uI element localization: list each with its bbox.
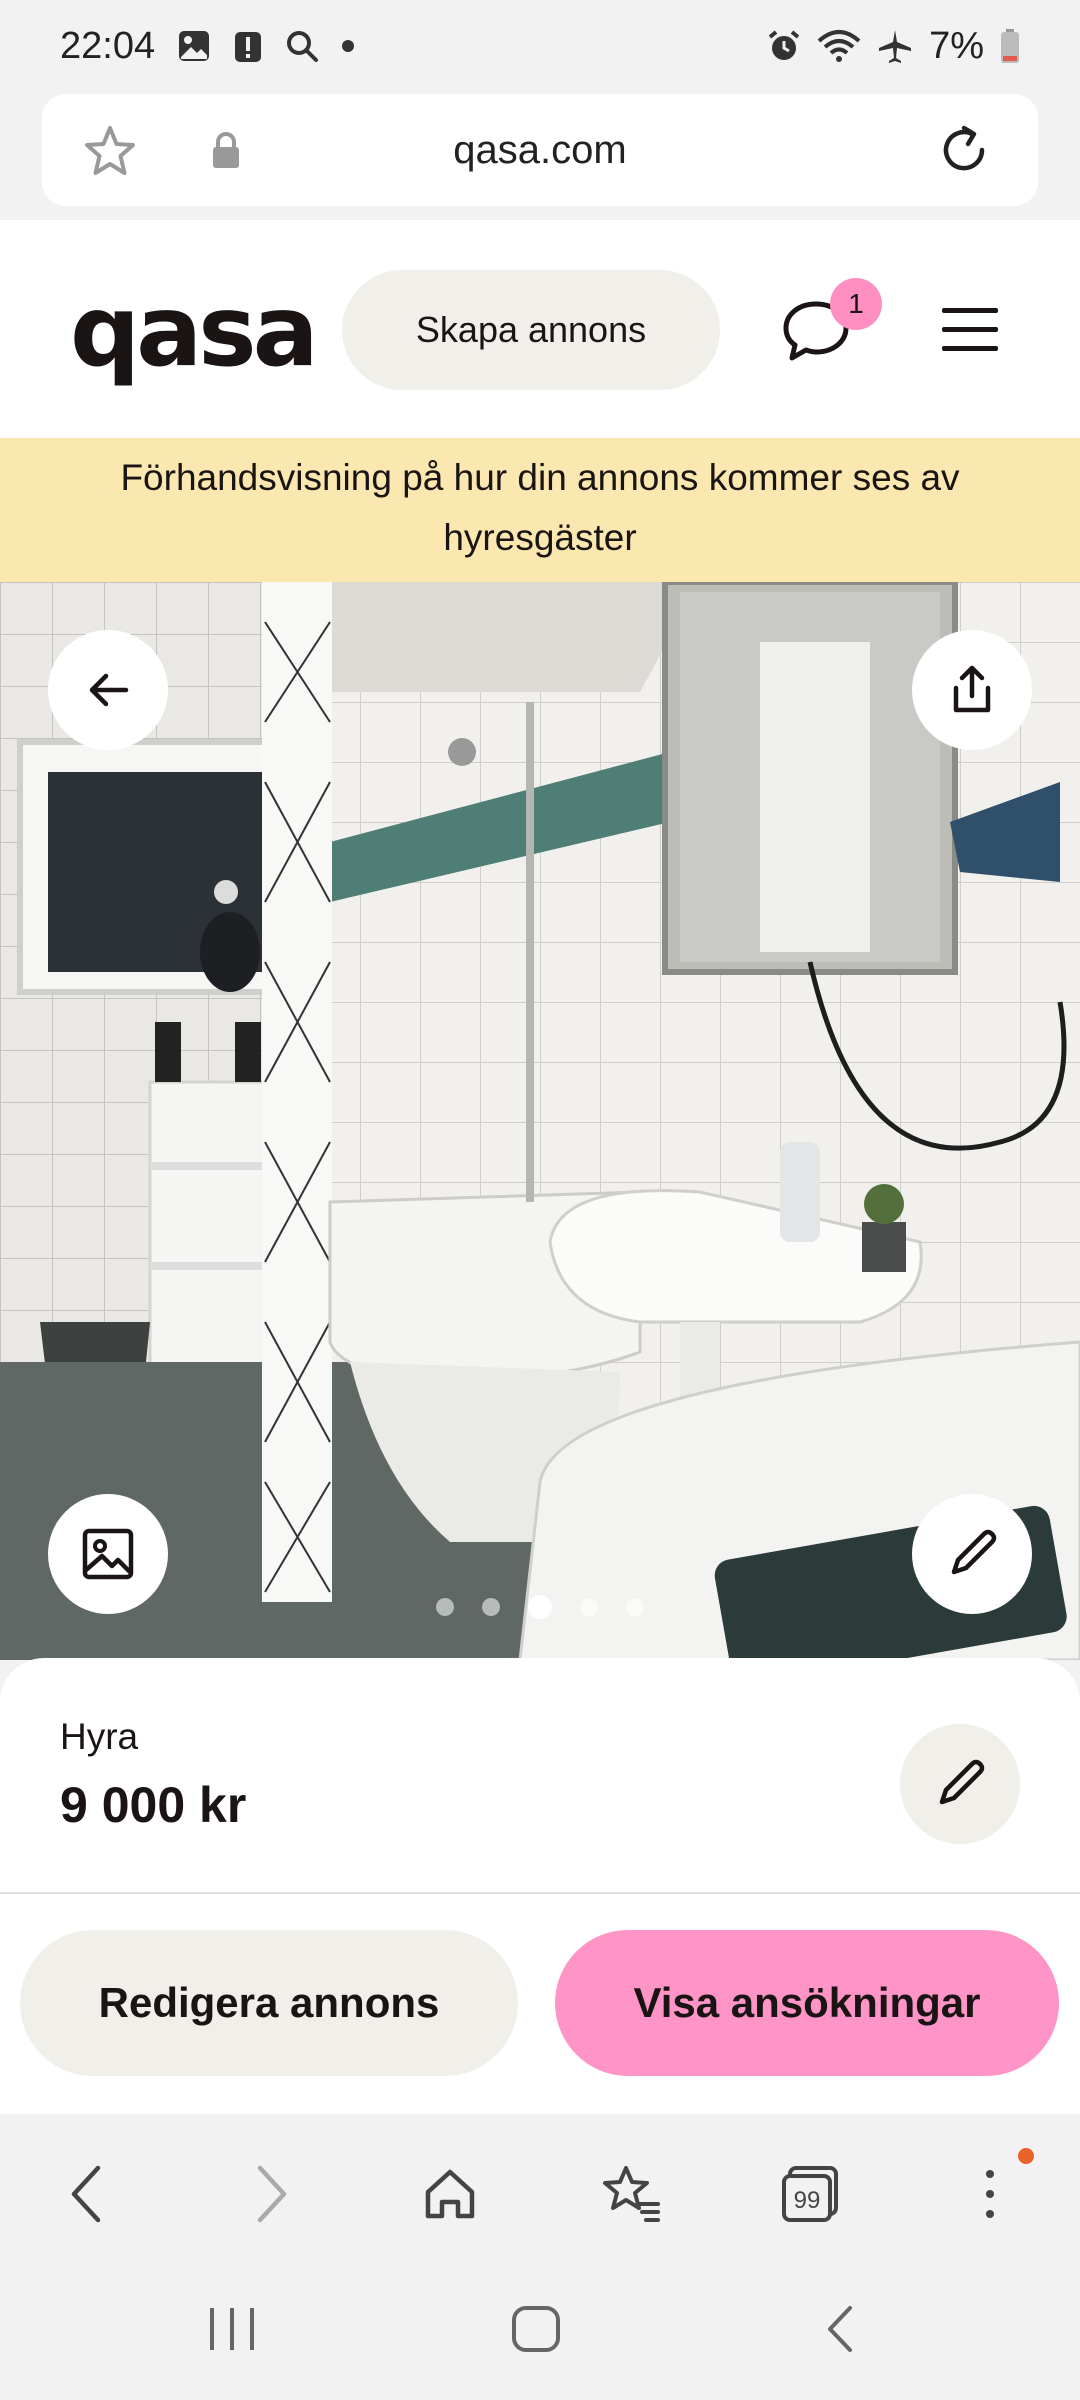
pencil-icon xyxy=(939,1759,985,1805)
carousel-dot[interactable] xyxy=(580,1598,598,1616)
more-notifications-dot-icon xyxy=(341,39,355,53)
bathroom-photo-illustration xyxy=(0,582,1080,1660)
url-text: qasa.com xyxy=(453,127,627,172)
tabs-icon[interactable]: 99 xyxy=(770,2154,850,2234)
browser-forward-icon[interactable] xyxy=(232,2154,312,2234)
edit-photos-button[interactable] xyxy=(912,1494,1032,1614)
create-listing-button[interactable]: Skapa annons xyxy=(342,270,720,390)
action-row: Redigera annons Visa ansökningar xyxy=(0,1894,1080,2114)
site-header: qasa Skapa annons 1 xyxy=(0,220,1080,438)
system-nav-bar xyxy=(0,2254,1080,2400)
reload-icon[interactable] xyxy=(934,120,994,185)
gallery-button[interactable] xyxy=(48,1494,168,1614)
arrow-left-icon xyxy=(89,673,129,707)
edit-rent-button[interactable] xyxy=(900,1724,1020,1844)
status-time: 22:04 xyxy=(60,24,156,67)
price-panel: Hyra 9 000 kr xyxy=(0,1658,1080,1894)
browser-home-icon[interactable] xyxy=(410,2154,490,2234)
home-nav-icon[interactable] xyxy=(510,2304,562,2359)
airplane-mode-icon xyxy=(877,28,913,64)
recent-apps-icon[interactable] xyxy=(206,2304,258,2359)
pencil-icon xyxy=(951,1529,997,1575)
share-button[interactable] xyxy=(912,630,1032,750)
browser-more-icon[interactable] xyxy=(950,2154,1030,2234)
address-bar[interactable]: qasa.com xyxy=(42,94,1038,206)
hamburger-menu-icon[interactable] xyxy=(940,302,1000,363)
status-bar: 22:04 7% xyxy=(0,0,1080,92)
search-notification-icon xyxy=(285,29,319,63)
carousel-dot-active[interactable] xyxy=(528,1595,552,1619)
message-count-badge: 1 xyxy=(830,278,882,330)
alert-notification-icon xyxy=(233,28,263,64)
edit-listing-button[interactable]: Redigera annons xyxy=(20,1930,518,2076)
bookmark-star-icon[interactable] xyxy=(82,124,138,185)
update-dot xyxy=(1018,2148,1034,2164)
tabs-count: 99 xyxy=(794,2187,821,2214)
rent-value: 9 000 kr xyxy=(60,1777,247,1833)
back-nav-icon[interactable] xyxy=(820,2304,860,2359)
preview-banner: Förhandsvisning på hur din annons kommer… xyxy=(0,438,1080,582)
lock-icon xyxy=(210,132,242,175)
rent-label: Hyra xyxy=(60,1716,139,1757)
wifi-icon xyxy=(817,29,861,63)
back-button[interactable] xyxy=(48,630,168,750)
image-icon xyxy=(82,1528,134,1580)
carousel-dot[interactable] xyxy=(626,1598,644,1616)
browser-back-icon[interactable] xyxy=(46,2154,126,2234)
carousel-dot[interactable] xyxy=(436,1598,454,1616)
carousel-dot[interactable] xyxy=(482,1598,500,1616)
bookmarks-icon[interactable] xyxy=(590,2154,670,2234)
listing-photo[interactable] xyxy=(0,582,1080,1660)
preview-banner-text: Förhandsvisning på hur din annons kommer… xyxy=(120,457,960,558)
gallery-notification-icon xyxy=(177,29,211,63)
browser-toolbar: qasa.com xyxy=(0,92,1080,220)
battery-percent: 7% xyxy=(929,24,984,67)
qasa-logo[interactable]: qasa xyxy=(70,282,319,382)
share-icon xyxy=(953,665,991,713)
battery-low-icon xyxy=(1000,28,1020,64)
view-applications-button[interactable]: Visa ansökningar xyxy=(555,1930,1059,2076)
alarm-icon xyxy=(767,29,801,63)
carousel-indicator xyxy=(0,1595,1080,1619)
browser-nav-bar: 99 xyxy=(0,2114,1080,2254)
